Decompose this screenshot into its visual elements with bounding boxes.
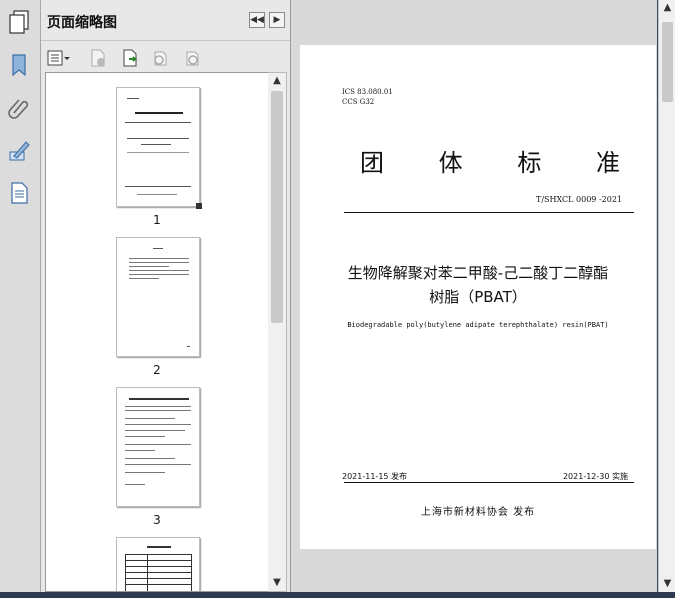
thumbnail-label-1: 1 [153,213,161,227]
panel-options-button[interactable]: ▶ [269,12,285,28]
thumbnails-toolbar [41,40,290,71]
implement-date: 2021-12-30 实施 [562,472,628,481]
rotate-counterclockwise-icon[interactable] [151,49,169,67]
standard-number: T/SHXCL 0009 -2021 [536,195,622,204]
signature-icon[interactable] [6,138,32,164]
navigation-rail [0,0,41,592]
document-page: ICS 83.080.01 CCS G32 团 体 标 准 T/SHXCL 00… [300,45,656,549]
top-divider [344,212,634,213]
delete-page-icon[interactable] [89,49,107,67]
title-char-3: 标 [517,149,542,177]
ics-code: ICS 83.080.01 [342,88,393,96]
page-thumbnail-2[interactable] [116,237,200,357]
pages-icon[interactable] [8,10,30,34]
extract-page-icon[interactable] [121,49,139,67]
title-char-2: 体 [438,149,463,177]
options-menu-icon[interactable] [47,49,71,67]
page-thumbnail-1[interactable] [116,87,202,209]
standard-name: 生物降解聚对苯二甲酸-己二酸丁二醇酯 树脂（PBAT） [330,261,626,309]
thumbnail-label-2: 2 [153,363,161,377]
english-name: Biodegradable poly(butylene adipate tere… [347,321,609,329]
document-type-title: 团 体 标 准 [360,143,620,178]
right-arrow-icon: ▶ [273,15,281,25]
page-thumbnail-3[interactable] [116,387,200,507]
panel-header: 页面缩略图 ◀◀ ▶ [41,0,290,40]
attachment-icon[interactable] [6,95,32,121]
bookmark-icon[interactable] [6,52,32,78]
thumbnail-scrollbar[interactable]: ▲ ▼ [268,72,287,592]
taskbar-edge [0,592,675,598]
viewer-scrollbar-thumb[interactable] [662,22,673,102]
collapse-panel-button[interactable]: ◀◀ [249,12,265,28]
thumbnail-label-3: 3 [153,513,161,527]
double-left-arrow-icon: ◀◀ [250,15,264,25]
viewer-scrollbar[interactable]: ▲ ▼ [658,0,675,592]
scroll-up-icon[interactable]: ▲ [268,73,286,89]
bottom-divider [344,482,634,483]
title-char-4: 准 [595,149,620,177]
scrollbar-thumb[interactable] [271,91,283,323]
page-thumbnail-4[interactable] [116,537,200,591]
rotate-clockwise-icon[interactable] [183,49,201,67]
document-viewer[interactable]: ICS 83.080.01 CCS G32 团 体 标 准 T/SHXCL 00… [291,0,657,592]
document-properties-icon[interactable] [6,180,32,206]
issuer: 上海市新材料协会 发布 [420,507,536,518]
publish-date: 2021-11-15 发布 [342,472,408,481]
standard-name-line-1: 生物降解聚对苯二甲酸-己二酸丁二醇酯 [347,264,609,282]
viewer-scroll-up-icon[interactable]: ▲ [659,0,675,16]
page-thumbnails-panel: 页面缩略图 ◀◀ ▶ 1 2 3 ▲ ▼ [41,0,291,592]
viewer-scroll-down-icon[interactable]: ▼ [659,576,675,592]
thumbnail-list[interactable]: 1 2 3 [45,72,270,592]
title-char-1: 团 [360,149,384,177]
panel-title: 页面缩略图 [47,15,117,31]
ccs-code: CCS G32 [342,98,375,106]
standard-name-line-2: 树脂（PBAT） [429,288,527,306]
standard-codes: ICS 83.080.01 CCS G32 [342,87,393,107]
scroll-down-icon[interactable]: ▼ [268,575,286,591]
